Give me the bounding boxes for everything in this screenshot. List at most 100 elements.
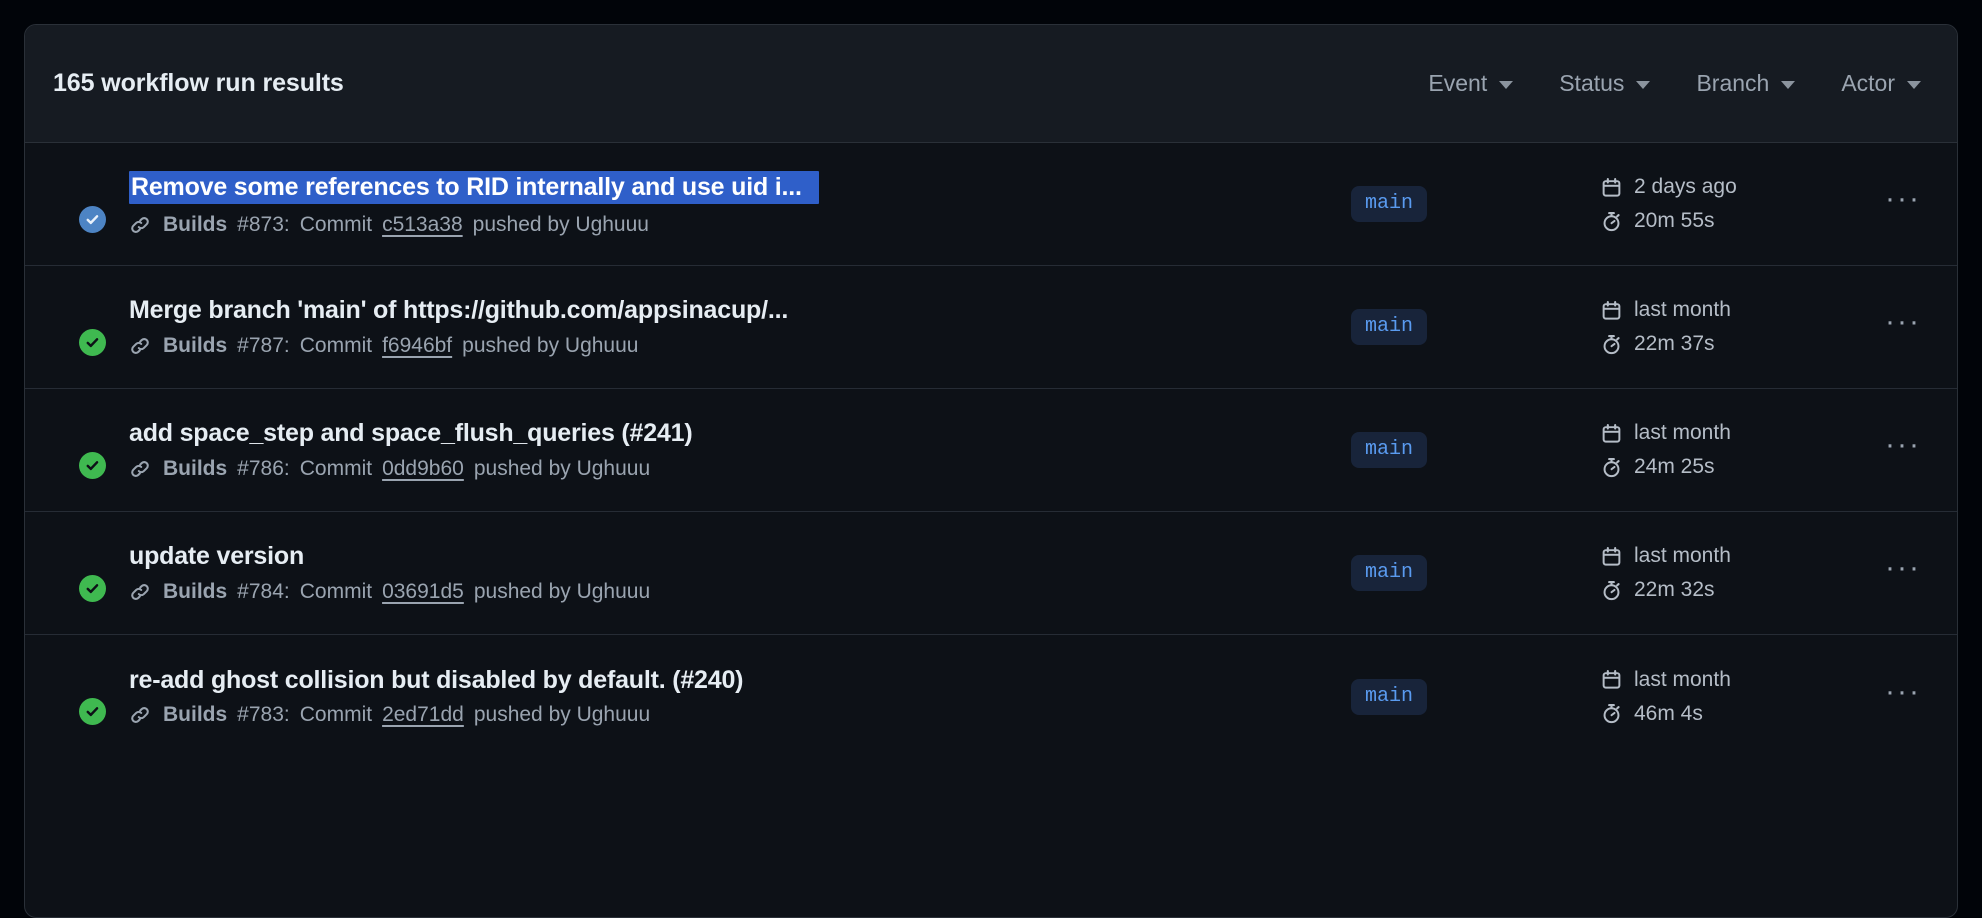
branch-column: main <box>1351 186 1601 222</box>
status-column <box>79 299 129 356</box>
status-success-icon <box>79 698 106 725</box>
commit-label: Commit <box>299 703 373 727</box>
branch-badge[interactable]: main <box>1351 309 1428 345</box>
run-duration: 22m 37s <box>1601 332 1851 356</box>
calendar-icon <box>1602 670 1621 689</box>
relative-time: 2 days ago <box>1601 175 1851 199</box>
workflow-name: Builds <box>163 579 228 603</box>
row-overflow-menu-button[interactable]: ··· <box>1851 182 1921 226</box>
timing-column: 2 days ago 20m 55s <box>1601 175 1851 233</box>
filter-event[interactable]: Event <box>1428 70 1514 97</box>
run-info: Remove some references to RID internally… <box>129 170 1351 238</box>
stopwatch-icon <box>1603 334 1620 354</box>
stopwatch-icon <box>1603 457 1620 477</box>
status-column <box>79 176 129 233</box>
workflow-run-row[interactable]: add space_step and space_flush_queries (… <box>25 389 1957 512</box>
relative-time: last month <box>1601 544 1851 568</box>
run-meta: Builds #784: Commit 03691d5 pushed by Ug… <box>129 580 1327 604</box>
workflow-name: Builds <box>163 456 228 480</box>
link-icon <box>131 337 149 354</box>
commit-sha-link[interactable]: c513a38 <box>382 213 463 237</box>
relative-time: last month <box>1601 421 1851 445</box>
row-overflow-menu-button[interactable]: ··· <box>1851 675 1921 719</box>
run-title[interactable]: re-add ghost collision but disabled by d… <box>129 666 819 695</box>
run-title[interactable]: add space_step and space_flush_queries (… <box>129 419 819 448</box>
calendar-icon <box>1602 177 1621 197</box>
relative-time: last month <box>1601 668 1851 692</box>
commit-sha-link[interactable]: f6946bf <box>382 334 452 358</box>
check-glyph <box>86 583 99 593</box>
filter-actor[interactable]: Actor <box>1841 70 1921 97</box>
filter-label: Status <box>1559 70 1625 96</box>
branch-badge[interactable]: main <box>1351 678 1428 715</box>
time-ago-text: last month <box>1634 667 1731 691</box>
run-number: #783: <box>237 703 290 727</box>
commit-label: Commit <box>299 213 373 237</box>
runs-header: 165 workflow run results Event Status Br… <box>25 25 1957 143</box>
workflow-run-row[interactable]: update version Builds #784: Commit 03691… <box>25 512 1957 635</box>
run-title[interactable]: Merge branch 'main' of https://github.co… <box>129 296 819 325</box>
run-meta: Builds #786: Commit 0dd9b60 pushed by Ug… <box>129 457 1327 481</box>
time-ago-text: 2 days ago <box>1634 175 1737 198</box>
branch-badge[interactable]: main <box>1351 555 1428 591</box>
duration-text: 22m 32s <box>1634 578 1715 601</box>
workflow-run-row[interactable]: Merge branch 'main' of https://github.co… <box>25 266 1957 389</box>
workflow-name: Builds <box>163 703 228 727</box>
duration-text: 22m 37s <box>1634 332 1715 355</box>
run-title[interactable]: Remove some references to RID internally… <box>129 170 819 205</box>
stopwatch-icon <box>1603 211 1620 231</box>
timing-column: last month 22m 37s <box>1601 298 1851 356</box>
branch-column: main <box>1351 555 1601 591</box>
commit-label: Commit <box>299 456 373 480</box>
run-duration: 46m 4s <box>1601 702 1851 726</box>
run-duration: 20m 55s <box>1601 209 1851 233</box>
workflow-runs-page: 165 workflow run results Event Status Br… <box>0 0 1982 918</box>
time-ago-text: last month <box>1634 544 1731 567</box>
branch-column: main <box>1351 309 1601 345</box>
row-overflow-menu-button[interactable]: ··· <box>1851 428 1921 472</box>
pushed-by: pushed by Ughuuu <box>462 333 639 357</box>
chevron-down-icon <box>1781 81 1796 89</box>
branch-column: main <box>1351 432 1601 468</box>
commit-label: Commit <box>299 333 373 357</box>
filter-status[interactable]: Status <box>1559 70 1651 97</box>
check-glyph <box>86 707 99 717</box>
pushed-by: pushed by Ughuuu <box>472 213 649 237</box>
status-column <box>79 545 129 602</box>
link-icon <box>131 583 149 600</box>
status-success-icon <box>79 328 106 356</box>
calendar-icon <box>1602 300 1621 320</box>
workflow-run-row[interactable]: re-add ghost collision but disabled by d… <box>25 635 1957 758</box>
status-column <box>79 422 129 479</box>
filter-label: Branch <box>1696 70 1770 96</box>
row-overflow-menu-button[interactable]: ··· <box>1851 305 1921 349</box>
workflow-name: Builds <box>163 333 228 357</box>
run-number: #787: <box>237 333 290 357</box>
run-meta: Builds #783: Commit 2ed71dd pushed by Ug… <box>129 703 1327 727</box>
pushed-by: pushed by Ughuuu <box>473 456 651 480</box>
duration-text: 20m 55s <box>1634 209 1715 232</box>
stopwatch-icon <box>1603 580 1620 600</box>
timing-column: last month 46m 4s <box>1601 668 1851 726</box>
pushed-by: pushed by Ughuuu <box>473 703 651 727</box>
status-column <box>79 668 129 725</box>
branch-badge[interactable]: main <box>1351 186 1428 222</box>
row-overflow-menu-button[interactable]: ··· <box>1851 551 1921 595</box>
commit-sha-link[interactable]: 2ed71dd <box>382 703 464 727</box>
commit-sha-link[interactable]: 03691d5 <box>382 580 464 604</box>
calendar-icon <box>1602 423 1621 443</box>
branch-badge[interactable]: main <box>1351 432 1428 468</box>
stopwatch-icon <box>1603 704 1620 724</box>
run-number: #786: <box>237 456 290 480</box>
link-icon <box>131 460 149 477</box>
workflow-name: Builds <box>163 213 228 237</box>
run-duration: 22m 32s <box>1601 578 1851 602</box>
chevron-down-icon <box>1636 81 1651 89</box>
workflow-run-row[interactable]: Remove some references to RID internally… <box>25 143 1957 266</box>
pushed-by: pushed by Ughuuu <box>473 579 651 603</box>
filter-label: Event <box>1428 70 1488 96</box>
runs-list: Remove some references to RID internally… <box>25 143 1957 758</box>
run-title[interactable]: update version <box>129 542 819 571</box>
commit-sha-link[interactable]: 0dd9b60 <box>382 457 464 481</box>
filter-branch[interactable]: Branch <box>1696 70 1796 97</box>
